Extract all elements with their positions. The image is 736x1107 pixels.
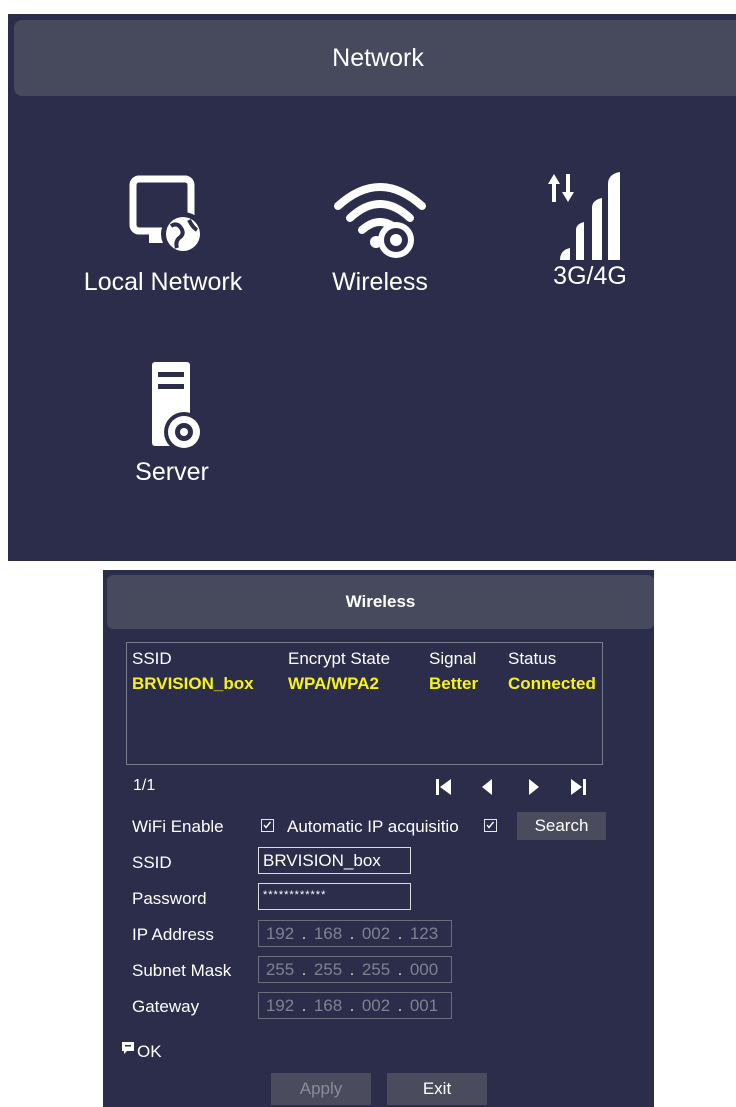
checkmark-icon bbox=[263, 821, 272, 829]
network-header: Network bbox=[14, 20, 736, 96]
wifi-enable-label: WiFi Enable bbox=[132, 817, 224, 836]
menu-server[interactable]: Server bbox=[72, 360, 272, 487]
checkmark-icon bbox=[486, 821, 495, 829]
access-point-table: SSID Encrypt State Signal Status BRVISIO… bbox=[126, 642, 603, 765]
page-indicator: 1/1 bbox=[133, 777, 156, 794]
auto-ip-label: Automatic IP acquisitio bbox=[287, 817, 459, 836]
ip-separator: . bbox=[349, 996, 355, 1015]
subnet-mask-label: Subnet Mask bbox=[132, 961, 232, 980]
3g4g-label: 3G/4G bbox=[553, 262, 627, 290]
ip-separator: . bbox=[397, 924, 403, 943]
ip-segment: 001 bbox=[409, 996, 439, 1015]
row-signal: Better bbox=[429, 674, 479, 693]
last-page-icon bbox=[571, 779, 586, 795]
ip-separator: . bbox=[397, 960, 403, 979]
apply-button[interactable]: Apply bbox=[271, 1073, 371, 1105]
ip-separator: . bbox=[349, 960, 355, 979]
ip-separator: . bbox=[301, 960, 307, 979]
next-page-icon bbox=[529, 779, 539, 795]
row-encrypt-state: WPA/WPA2 bbox=[288, 674, 379, 693]
server-gear-icon bbox=[152, 362, 204, 450]
password-input[interactable]: ************ bbox=[258, 883, 411, 910]
ip-segment: 002 bbox=[361, 996, 391, 1015]
server-label: Server bbox=[135, 458, 209, 486]
first-page-icon bbox=[436, 779, 451, 795]
menu-3g4g[interactable]: 3G/4G bbox=[490, 168, 690, 291]
ip-segment: 123 bbox=[409, 924, 439, 943]
table-header-row: SSID Encrypt State Signal Status bbox=[127, 649, 602, 669]
wifi-gear-icon bbox=[334, 183, 426, 258]
ip-segment: 002 bbox=[361, 924, 391, 943]
column-header-encrypt-state: Encrypt State bbox=[288, 649, 391, 668]
ip-separator: . bbox=[301, 996, 307, 1015]
column-header-ssid: SSID bbox=[132, 649, 172, 668]
network-panel: Network Local Network Wireless 3G/4G Ser… bbox=[8, 14, 736, 561]
ssid-input[interactable] bbox=[258, 847, 411, 874]
first-page-button[interactable] bbox=[433, 776, 455, 798]
ip-segment: 255 bbox=[313, 960, 343, 979]
column-header-status: Status bbox=[508, 649, 557, 668]
ip-separator: . bbox=[397, 996, 403, 1015]
ip-address-field[interactable]: 192 . 168 . 002 . 123 bbox=[258, 920, 452, 947]
ssid-label: SSID bbox=[132, 853, 172, 872]
exit-button[interactable]: Exit bbox=[387, 1073, 487, 1105]
prev-page-icon bbox=[482, 779, 492, 795]
ip-address-label: IP Address bbox=[132, 925, 214, 944]
column-header-signal: Signal bbox=[429, 649, 477, 668]
status-text: OK bbox=[137, 1042, 162, 1061]
row-ssid: BRVISION_box bbox=[132, 674, 254, 693]
ip-segment: 192 bbox=[265, 924, 295, 943]
wireless-header: Wireless bbox=[107, 575, 654, 629]
row-status: Connected bbox=[508, 674, 596, 693]
ip-segment: 255 bbox=[265, 960, 295, 979]
wireless-title: Wireless bbox=[345, 592, 416, 611]
ip-segment: 192 bbox=[265, 996, 295, 1015]
wireless-dialog: Wireless SSID Encrypt State Signal Statu… bbox=[103, 570, 654, 1107]
table-row[interactable]: BRVISION_box WPA/WPA2 Better Connected bbox=[127, 674, 602, 698]
cellular-signal-icon bbox=[548, 172, 620, 260]
gateway-field[interactable]: 192 . 168 . 002 . 001 bbox=[258, 992, 452, 1019]
ip-segment: 168 bbox=[313, 996, 343, 1015]
ip-segment: 000 bbox=[409, 960, 439, 979]
monitor-globe-icon bbox=[129, 175, 205, 256]
menu-local-network[interactable]: Local Network bbox=[63, 174, 263, 297]
subnet-mask-field[interactable]: 255 . 255 . 255 . 000 bbox=[258, 956, 452, 983]
last-page-button[interactable] bbox=[567, 776, 589, 798]
menu-wireless[interactable]: Wireless bbox=[280, 174, 480, 297]
gateway-label: Gateway bbox=[132, 997, 200, 1016]
ip-separator: . bbox=[349, 924, 355, 943]
wireless-label: Wireless bbox=[332, 268, 428, 296]
network-title: Network bbox=[332, 44, 424, 72]
prev-page-button[interactable] bbox=[476, 776, 498, 798]
next-page-button[interactable] bbox=[523, 776, 545, 798]
auto-ip-checkbox[interactable] bbox=[484, 819, 497, 832]
message-icon bbox=[122, 1042, 134, 1054]
search-button[interactable]: Search bbox=[517, 812, 606, 840]
ip-separator: . bbox=[301, 924, 307, 943]
local-network-label: Local Network bbox=[83, 268, 243, 296]
wifi-enable-checkbox[interactable] bbox=[261, 819, 274, 832]
password-label: Password bbox=[132, 889, 207, 908]
ip-segment: 168 bbox=[313, 924, 343, 943]
ip-segment: 255 bbox=[361, 960, 391, 979]
